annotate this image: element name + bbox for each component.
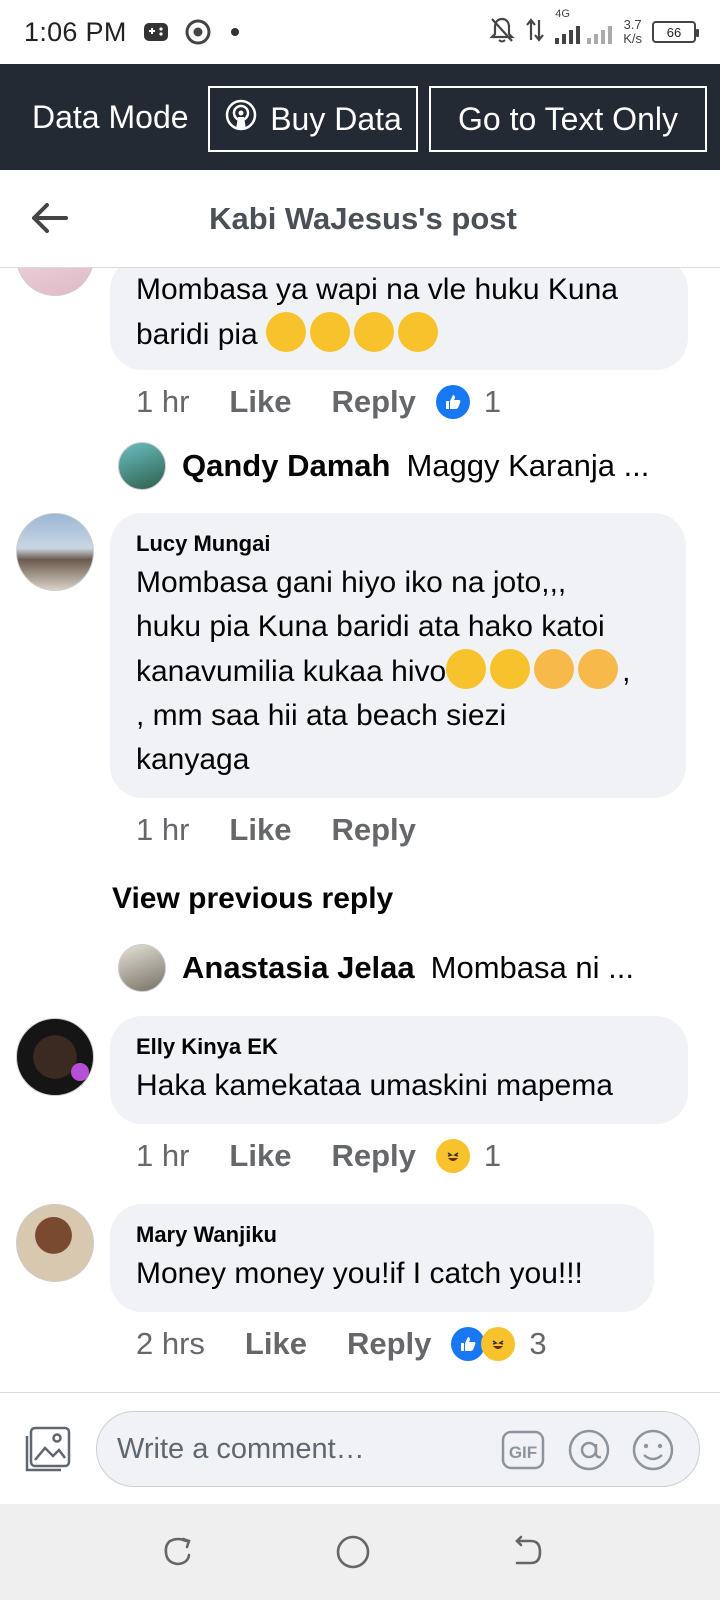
comment-bubble[interactable]: Mary Wanjiku Money money you!if I catch … [110,1204,654,1312]
like-reaction-icon [451,1327,486,1361]
avatar[interactable] [16,1018,94,1096]
comment-text: Mombasa gani hiyo iko na joto,,, huku pi… [136,566,631,776]
avatar[interactable] [16,1204,94,1282]
reaction-count: 1 [483,384,502,419]
buy-data-label: Buy Data [270,100,402,137]
system-nav-bar [0,1504,720,1600]
back-arrow-icon[interactable] [26,194,74,242]
comment-input[interactable] [117,1412,487,1486]
recent-apps-icon[interactable] [158,1532,198,1572]
like-button[interactable]: Like [229,812,291,848]
comment-text: Money money you!if I catch you!!! [136,1257,583,1290]
comment-bubble[interactable]: Elly Kinya EK Haka kamekataa umaskini ma… [110,1016,688,1124]
data-mode-bar: Data Mode Buy Data Go to Text Only [0,64,720,170]
photo-icon[interactable] [22,1423,74,1475]
reaction-summary[interactable]: 3 [451,1326,547,1362]
reply-preview[interactable]: Anastasia Jelaa Mombasa ni ... [118,944,634,992]
flushed-emoji-icon [310,312,351,352]
svg-text:GIF: GIF [509,1443,537,1462]
comment-bubble[interactable]: Lucy Mungai Mombasa gani hiyo iko na jot… [110,513,686,798]
comment-time: 1 hr [136,1138,190,1173]
laughing-tears-emoji-icon [490,649,531,689]
laughing-tears-emoji-icon [398,312,439,352]
comment-meta: 2 hrs Like Reply 3 [136,1326,547,1362]
avatar [118,442,166,490]
smiling-hearts-emoji-icon [578,649,619,689]
text-only-label: Go to Text Only [458,100,678,137]
network-speed: 3.7 K/s [623,17,642,46]
smiling-hearts-emoji-icon [534,649,575,689]
battery-level: 66 [666,24,682,40]
signal-icon: 4G [555,8,613,44]
comments-list: Mombasa ya wapi na vle huku Kuna baridi … [0,268,720,1390]
comment-meta: 1 hr Like Reply 1 [136,384,501,420]
comment-bubble[interactable]: Mombasa ya wapi na vle huku Kuna baridi … [110,268,688,370]
reply-author: Anastasia Jelaa [182,950,415,985]
comment-meta: 1 hr Like Reply [136,812,456,848]
game-icon [143,21,169,43]
battery-icon: 66 [652,21,699,43]
status-time: 1:06 PM [24,16,127,47]
emoji-icon[interactable] [631,1428,675,1472]
mute-bell-icon [489,16,515,49]
reply-snippet: Maggy Karanja ... [406,448,650,483]
reply-button[interactable]: Reply [331,384,415,420]
avatar[interactable] [16,513,94,591]
thinking-emoji-icon [266,312,307,352]
home-icon[interactable] [333,1532,373,1572]
reply-button[interactable]: Reply [331,1138,415,1174]
data-arrows-icon [525,17,545,48]
chrome-icon [185,19,211,45]
data-mode-label: Data Mode [32,98,189,135]
buy-data-button[interactable]: Buy Data [208,86,418,152]
comment-author: Elly Kinya EK [136,1034,278,1059]
like-button[interactable]: Like [229,384,291,420]
reply-preview[interactable]: Qandy Damah Maggy Karanja ... [118,442,649,490]
back-nav-icon[interactable] [508,1532,548,1572]
laughing-tears-emoji-icon [446,649,487,689]
network-type: 4G [555,8,570,20]
comment-text: Haka kamekataa umaskini mapema [136,1069,613,1102]
comment-text: Mombasa ya wapi na vle huku Kuna baridi … [136,273,618,352]
reply-button[interactable]: Reply [347,1326,431,1362]
comment-author: Lucy Mungai [136,531,271,556]
profile-frame-heart-icon [71,1063,89,1081]
comment-time: 1 hr [136,812,190,847]
comment-author: Mary Wanjiku [136,1222,277,1247]
comment-meta: 1 hr Like Reply 1 [136,1138,501,1174]
mention-icon[interactable] [567,1428,611,1472]
laughing-tears-emoji-icon [354,312,395,352]
post-header: Kabi WaJesus's post [0,170,720,268]
reaction-summary[interactable]: 1 [435,384,502,420]
reply-snippet: Mombasa ni ... [430,950,634,985]
like-reaction-icon [435,385,470,419]
reaction-count: 1 [483,1138,502,1173]
reaction-summary[interactable]: 1 [435,1138,502,1174]
status-bar: 1:06 PM 4G 3.7 K/s 66 [0,0,720,64]
comment-composer: GIF [0,1392,720,1504]
haha-reaction-icon [435,1139,470,1173]
broadcast-icon [224,98,258,140]
avatar[interactable] [16,268,94,296]
comment-time: 2 hrs [136,1326,205,1361]
reply-button[interactable]: Reply [331,812,415,848]
gif-icon[interactable]: GIF [501,1428,545,1472]
reaction-count: 3 [529,1326,547,1361]
haha-reaction-icon [481,1327,516,1361]
avatar [118,944,166,992]
comment-box[interactable]: GIF [96,1411,700,1487]
view-previous-reply-link[interactable]: View previous reply [112,882,393,916]
notification-dot-icon [230,28,239,36]
page-title: Kabi WaJesus's post [209,200,517,236]
reply-author: Qandy Damah [182,448,391,483]
like-button[interactable]: Like [229,1138,291,1174]
comment-time: 1 hr [136,384,190,419]
text-only-button[interactable]: Go to Text Only [429,86,707,152]
like-button[interactable]: Like [245,1326,307,1362]
